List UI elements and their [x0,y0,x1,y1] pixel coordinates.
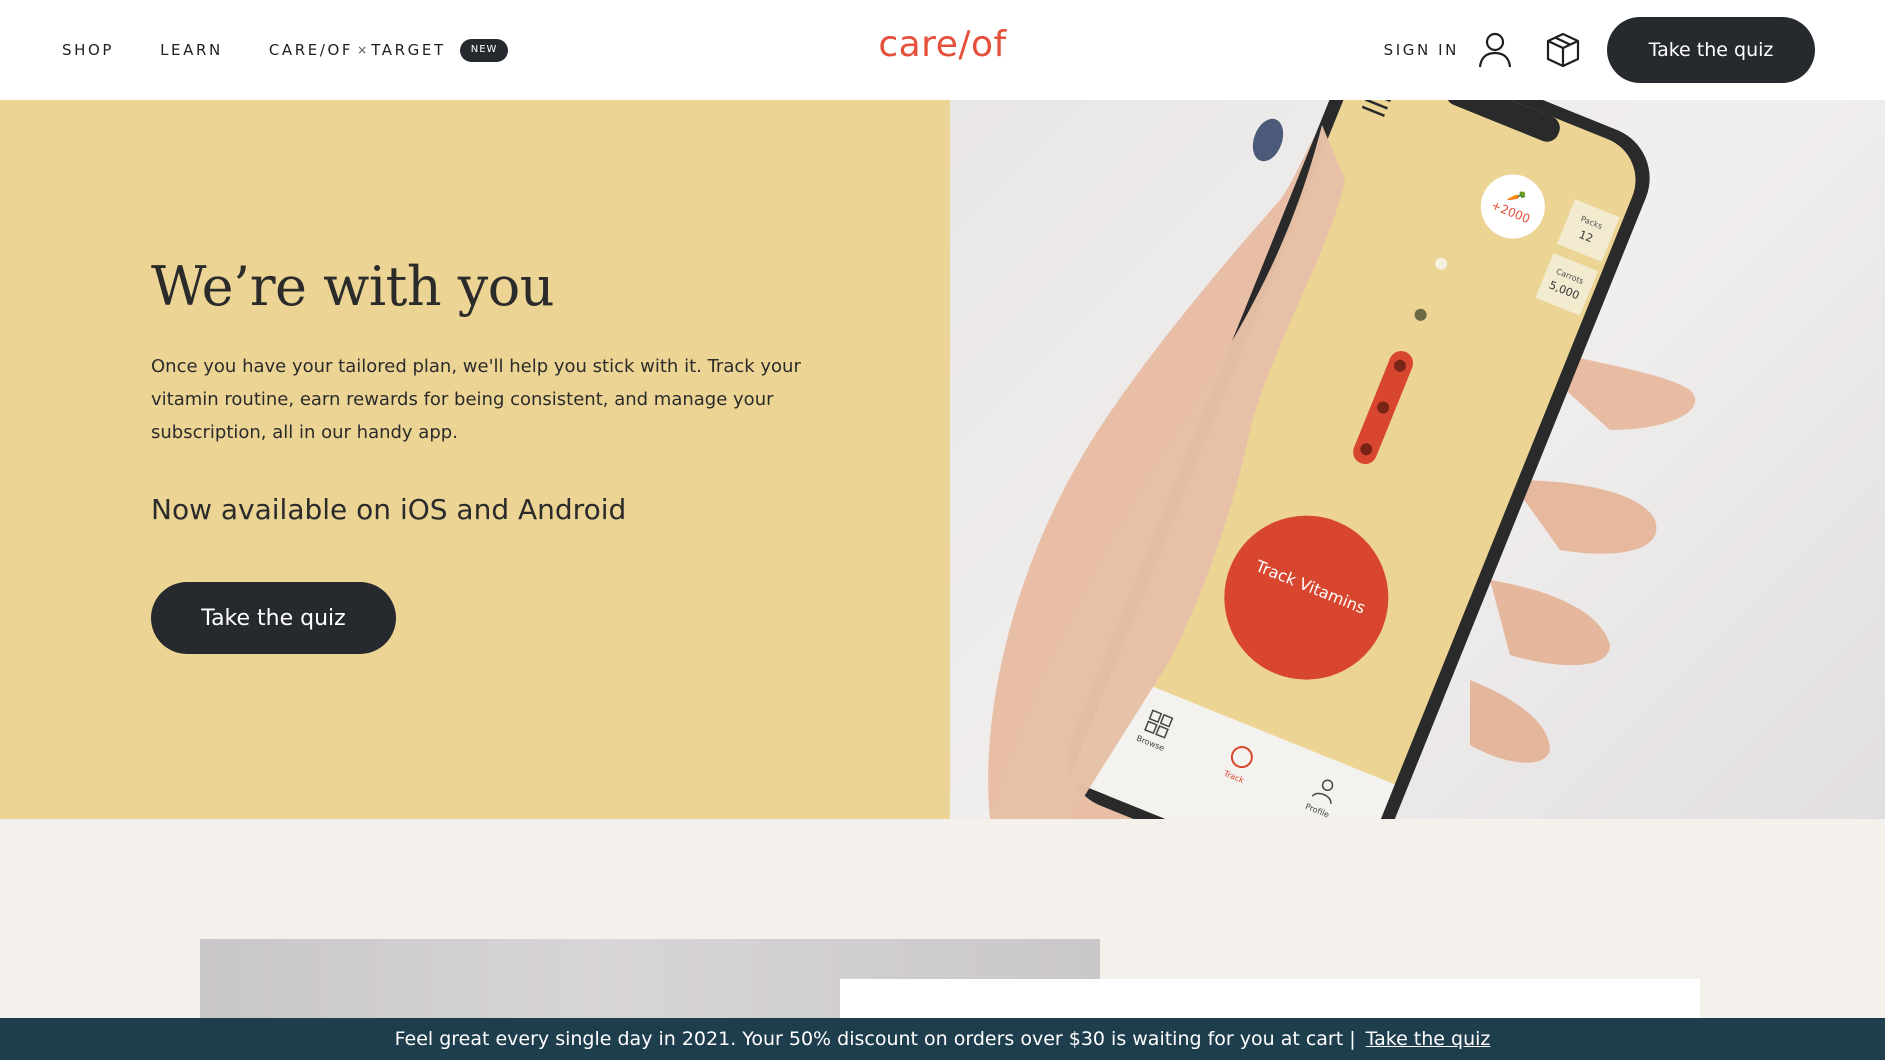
nav-learn[interactable]: LEARN [160,41,223,59]
nav-collab-right: TARGET [371,41,446,59]
nav-careof-target[interactable]: CARE/OF × TARGET NEW [268,38,509,62]
primary-nav: SHOP LEARN CARE/OF × TARGET NEW [62,0,509,100]
hero-title: We’re with you [151,255,555,318]
hero-body: Once you have your tailored plan, we'll … [151,356,801,443]
sign-in-link[interactable]: SIGN IN [1384,41,1459,59]
nav-collab-x: × [357,43,368,57]
new-badge: NEW [459,38,509,62]
careof-logo[interactable]: care/of [878,24,1006,65]
promo-banner: Feel great every single day in 2021. You… [0,1018,1885,1060]
nav-collab-left: CARE/OF [268,41,354,59]
hero-section: We’re with you Once you have your tailor… [0,100,1885,819]
package-box-icon[interactable] [1541,28,1585,72]
take-quiz-hero-button[interactable]: Take the quiz [151,582,396,654]
site-header: SHOP LEARN CARE/OF × TARGET NEW care/of … [0,0,1885,100]
fingernail [1252,118,1284,162]
header-actions: SIGN IN Take the quiz [1384,0,1815,100]
promo-take-quiz-link[interactable]: Take the quiz [1366,1028,1491,1050]
user-icon[interactable] [1473,28,1517,72]
promo-text: Feel great every single day in 2021. You… [394,1028,1356,1050]
hero-phone-image: +2000 🥕 Packs 12 Carrots 5,000 Track Vit… [950,100,1885,819]
hero-text-panel: We’re with you Once you have your tailor… [0,100,950,819]
phone-in-hand-illustration: +2000 🥕 Packs 12 Carrots 5,000 Track Vit… [988,100,1696,819]
hero-subtitle: Now available on iOS and Android [151,493,627,526]
nav-shop[interactable]: SHOP [62,41,114,59]
take-quiz-header-button[interactable]: Take the quiz [1607,17,1815,83]
